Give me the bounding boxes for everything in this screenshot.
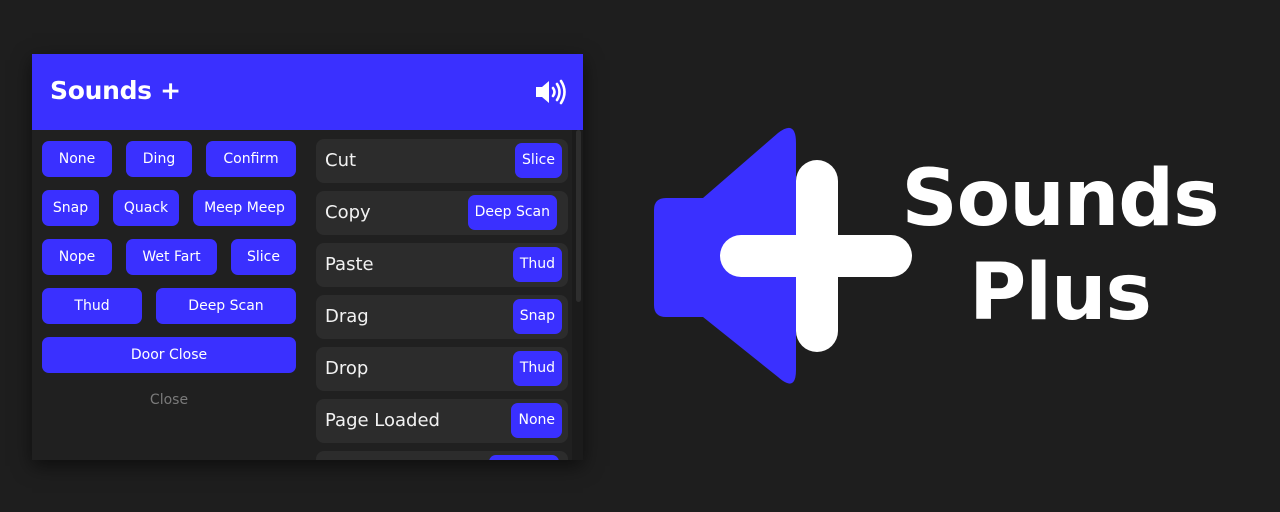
speaker-plus-icon	[654, 127, 912, 384]
sound-button-thud[interactable]: Thud	[42, 288, 142, 324]
sound-picker-grid: None Ding Confirm Snap Quack Meep Meep N…	[42, 141, 296, 386]
event-row-copy[interactable]: Copy Deep Scan	[316, 191, 568, 235]
sound-button-deep-scan[interactable]: Deep Scan	[156, 288, 296, 324]
sound-button-slice[interactable]: Slice	[231, 239, 296, 275]
close-button[interactable]: Close	[42, 392, 296, 408]
event-sound-list: Cut Slice Copy Deep Scan Paste Thud Drag…	[316, 139, 568, 460]
event-label: Copy	[325, 202, 371, 223]
event-sound-button[interactable]: Thud	[512, 351, 562, 386]
event-row-cut[interactable]: Cut Slice	[316, 139, 568, 183]
sounds-popup-panel: Sounds + None Ding Confirm Snap Quack Me…	[32, 54, 583, 460]
scrollbar-thumb[interactable]	[576, 130, 581, 302]
panel-title: Sounds +	[50, 76, 181, 105]
event-label: Drop	[325, 358, 369, 379]
event-row-drop[interactable]: Drop Thud	[316, 347, 568, 391]
sound-button-wet-fart[interactable]: Wet Fart	[126, 239, 217, 275]
sound-button-meep-meep[interactable]: Meep Meep	[193, 190, 296, 226]
sound-button-snap[interactable]: Snap	[42, 190, 99, 226]
event-sound-button[interactable]: Slice	[515, 143, 562, 178]
brand-line-2: Plus	[969, 248, 1152, 338]
sound-row: Door Close	[42, 337, 296, 373]
sound-button-door-close[interactable]: Door Close	[42, 337, 296, 373]
event-row-drag[interactable]: Drag Snap	[316, 295, 568, 339]
panel-header: Sounds +	[32, 54, 583, 130]
sound-button-confirm[interactable]: Confirm	[206, 141, 296, 177]
event-label: Page Loaded	[325, 410, 440, 431]
event-row-paste[interactable]: Paste Thud	[316, 243, 568, 287]
event-label: Cut	[325, 150, 357, 171]
brand-wordmark: Sounds Plus	[890, 152, 1230, 340]
event-sound-button[interactable]: Snap	[512, 299, 562, 334]
event-sound-button[interactable]: Deep Scan	[467, 195, 557, 230]
sound-row: Nope Wet Fart Slice	[42, 239, 296, 275]
sound-button-quack[interactable]: Quack	[113, 190, 179, 226]
event-row-page-loaded[interactable]: Page Loaded None	[316, 399, 568, 443]
sound-button-nope[interactable]: Nope	[42, 239, 112, 275]
event-label: Drag	[325, 306, 369, 327]
scrollbar[interactable]	[572, 130, 583, 460]
event-sound-button[interactable]: Thud	[512, 247, 562, 282]
sound-button-ding[interactable]: Ding	[126, 141, 192, 177]
volume-icon[interactable]	[534, 79, 568, 105]
sound-row: Snap Quack Meep Meep	[42, 190, 296, 226]
sound-button-none[interactable]: None	[42, 141, 112, 177]
event-sound-button[interactable]: None	[511, 403, 562, 438]
sound-row: None Ding Confirm	[42, 141, 296, 177]
brand-line-1: Sounds	[901, 154, 1219, 244]
sound-row: Thud Deep Scan	[42, 288, 296, 324]
event-row-partial[interactable]	[316, 451, 568, 460]
event-label: Paste	[325, 254, 374, 275]
event-sound-button[interactable]	[489, 455, 559, 460]
